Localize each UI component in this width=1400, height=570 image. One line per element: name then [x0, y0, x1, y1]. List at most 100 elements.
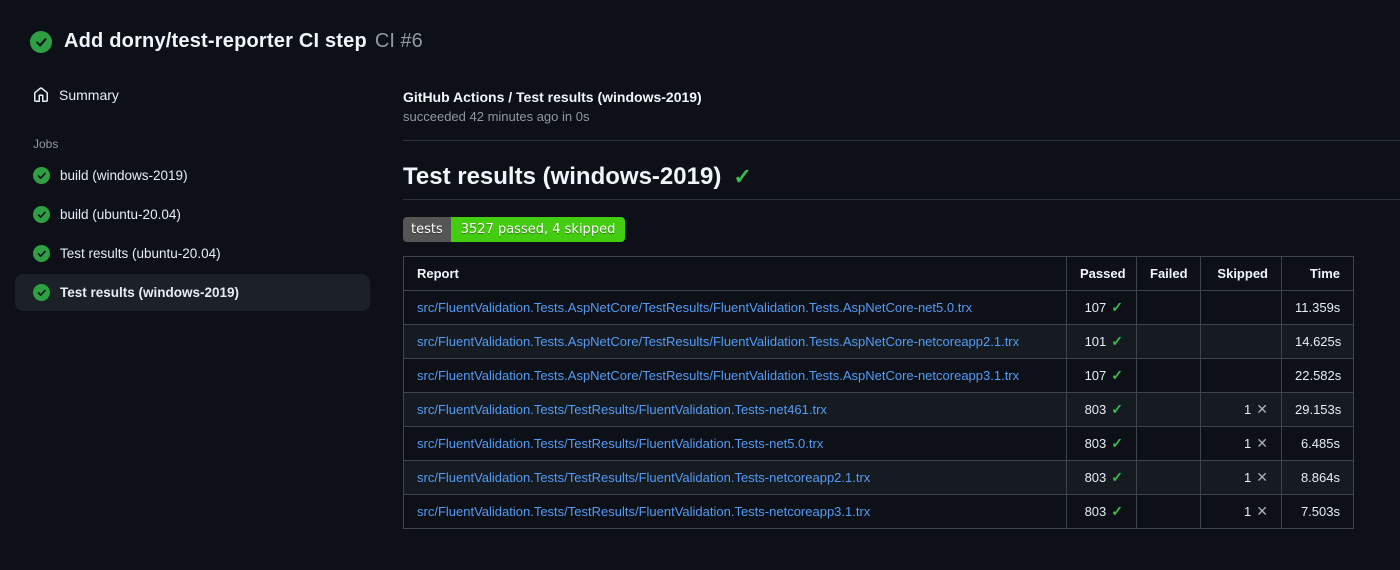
table-row: src/FluentValidation.Tests.AspNetCore/Te…	[403, 290, 1354, 325]
report-link[interactable]: src/FluentValidation.Tests/TestResults/F…	[417, 402, 827, 417]
report-link[interactable]: src/FluentValidation.Tests.AspNetCore/Te…	[417, 300, 972, 315]
column-header-passed: Passed	[1066, 256, 1137, 291]
job-label: build (windows-2019)	[60, 168, 188, 183]
jobs-section-label: Jobs	[33, 137, 59, 151]
failed-cell	[1136, 426, 1201, 461]
time-cell: 11.359s	[1281, 290, 1354, 325]
run-title: Add dorny/test-reporter CI step	[64, 30, 367, 52]
passed-check-icon: ✓	[1111, 503, 1123, 519]
run-success-check-circle-icon	[30, 30, 52, 53]
job-label: Test results (ubuntu-20.04)	[60, 246, 221, 261]
report-link[interactable]: src/FluentValidation.Tests/TestResults/F…	[417, 470, 870, 485]
skipped-x-icon: ✕	[1256, 401, 1268, 417]
home-icon	[33, 87, 49, 103]
sidebar-job-item[interactable]: build (ubuntu-20.04)	[15, 196, 370, 233]
passed-cell: 107 ✓	[1066, 358, 1137, 393]
passed-check-icon: ✓	[1111, 299, 1123, 315]
table-row: src/FluentValidation.Tests.AspNetCore/Te…	[403, 324, 1354, 359]
skipped-cell: 1 ✕	[1200, 460, 1282, 495]
report-cell: src/FluentValidation.Tests/TestResults/F…	[403, 460, 1067, 495]
passed-check-icon: ✓	[1111, 435, 1123, 451]
failed-cell	[1136, 358, 1201, 393]
passed-cell: 107 ✓	[1066, 290, 1137, 325]
time-cell: 29.153s	[1281, 392, 1354, 427]
failed-cell	[1136, 460, 1201, 495]
report-cell: src/FluentValidation.Tests.AspNetCore/Te…	[403, 324, 1067, 359]
time-cell: 14.625s	[1281, 324, 1354, 359]
summary-heading-text: Test results (windows-2019)	[403, 163, 722, 190]
check-title: GitHub Actions / Test results (windows-2…	[403, 89, 702, 105]
time-cell: 6.485s	[1281, 426, 1354, 461]
check-header: GitHub Actions / Test results (windows-2…	[403, 89, 1400, 141]
tests-badge-value: 3527 passed, 4 skipped	[450, 217, 626, 242]
column-header-report: Report	[403, 256, 1067, 291]
report-cell: src/FluentValidation.Tests/TestResults/F…	[403, 392, 1067, 427]
skipped-cell	[1200, 358, 1282, 393]
passed-cell: 803 ✓	[1066, 494, 1137, 529]
run-header: Add dorny/test-reporter CI step CI #6	[0, 0, 1400, 59]
skipped-x-icon: ✕	[1256, 503, 1268, 519]
tests-badge: tests 3527 passed, 4 skipped	[403, 217, 626, 242]
column-header-time: Time	[1281, 256, 1354, 291]
time-cell: 22.582s	[1281, 358, 1354, 393]
table-row: src/FluentValidation.Tests/TestResults/F…	[403, 426, 1354, 461]
failed-cell	[1136, 494, 1201, 529]
passed-cell: 803 ✓	[1066, 460, 1137, 495]
job-success-check-circle-icon	[33, 206, 50, 223]
skipped-x-icon: ✕	[1256, 469, 1268, 485]
passed-cell: 101 ✓	[1066, 324, 1137, 359]
sidebar-summary-label: Summary	[59, 87, 119, 103]
heading-check-icon: ✓	[733, 164, 752, 189]
jobs-list: build (windows-2019) build (ubuntu-20.04…	[15, 157, 370, 311]
workflow-run-page: Add dorny/test-reporter CI step CI #6 Su…	[0, 0, 1400, 529]
skipped-x-icon: ✕	[1256, 435, 1268, 451]
skipped-cell: 1 ✕	[1200, 426, 1282, 461]
sidebar-job-item[interactable]: Test results (windows-2019)	[15, 274, 370, 311]
table-row: src/FluentValidation.Tests/TestResults/F…	[403, 392, 1354, 427]
main-content: GitHub Actions / Test results (windows-2…	[390, 59, 1400, 529]
report-cell: src/FluentValidation.Tests.AspNetCore/Te…	[403, 290, 1067, 325]
check-summary: Test results (windows-2019) ✓ tests 3527…	[403, 163, 1400, 529]
report-cell: src/FluentValidation.Tests.AspNetCore/Te…	[403, 358, 1067, 393]
skipped-cell: 1 ✕	[1200, 494, 1282, 529]
time-cell: 7.503s	[1281, 494, 1354, 529]
passed-cell: 803 ✓	[1066, 426, 1137, 461]
table-row: src/FluentValidation.Tests/TestResults/F…	[403, 460, 1354, 495]
passed-cell: 803 ✓	[1066, 392, 1137, 427]
sidebar-job-item[interactable]: build (windows-2019)	[15, 157, 370, 194]
sidebar-job-item[interactable]: Test results (ubuntu-20.04)	[15, 235, 370, 272]
report-link[interactable]: src/FluentValidation.Tests/TestResults/F…	[417, 504, 870, 519]
skipped-cell	[1200, 290, 1282, 325]
test-results-table: Report Passed Failed Skipped Time src/Fl…	[403, 256, 1354, 529]
check-status-text: succeeded 42 minutes ago in 0s	[403, 109, 590, 124]
passed-check-icon: ✓	[1111, 401, 1123, 417]
report-link[interactable]: src/FluentValidation.Tests/TestResults/F…	[417, 436, 823, 451]
failed-cell	[1136, 392, 1201, 427]
failed-cell	[1136, 324, 1201, 359]
sidebar-item-summary[interactable]: Summary	[15, 77, 370, 113]
time-cell: 8.864s	[1281, 460, 1354, 495]
report-cell: src/FluentValidation.Tests/TestResults/F…	[403, 426, 1067, 461]
job-label: Test results (windows-2019)	[60, 285, 240, 300]
summary-heading: Test results (windows-2019) ✓	[403, 163, 1400, 200]
table-row: src/FluentValidation.Tests.AspNetCore/Te…	[403, 358, 1354, 393]
table-header-row: Report Passed Failed Skipped Time	[403, 256, 1354, 291]
passed-check-icon: ✓	[1111, 333, 1123, 349]
column-header-skipped: Skipped	[1200, 256, 1282, 291]
report-link[interactable]: src/FluentValidation.Tests.AspNetCore/Te…	[417, 334, 1019, 349]
job-success-check-circle-icon	[33, 167, 50, 184]
passed-check-icon: ✓	[1111, 367, 1123, 383]
tests-badge-label: tests	[403, 217, 451, 242]
report-cell: src/FluentValidation.Tests/TestResults/F…	[403, 494, 1067, 529]
table-row: src/FluentValidation.Tests/TestResults/F…	[403, 494, 1354, 529]
failed-cell	[1136, 290, 1201, 325]
job-label: build (ubuntu-20.04)	[60, 207, 181, 222]
skipped-cell	[1200, 324, 1282, 359]
passed-check-icon: ✓	[1111, 469, 1123, 485]
sidebar: Summary Jobs build (windows-2019) build …	[0, 59, 390, 313]
column-header-failed: Failed	[1136, 256, 1201, 291]
report-link[interactable]: src/FluentValidation.Tests.AspNetCore/Te…	[417, 368, 1019, 383]
job-success-check-circle-icon	[33, 284, 50, 301]
run-layout: Summary Jobs build (windows-2019) build …	[0, 59, 1400, 529]
skipped-cell: 1 ✕	[1200, 392, 1282, 427]
